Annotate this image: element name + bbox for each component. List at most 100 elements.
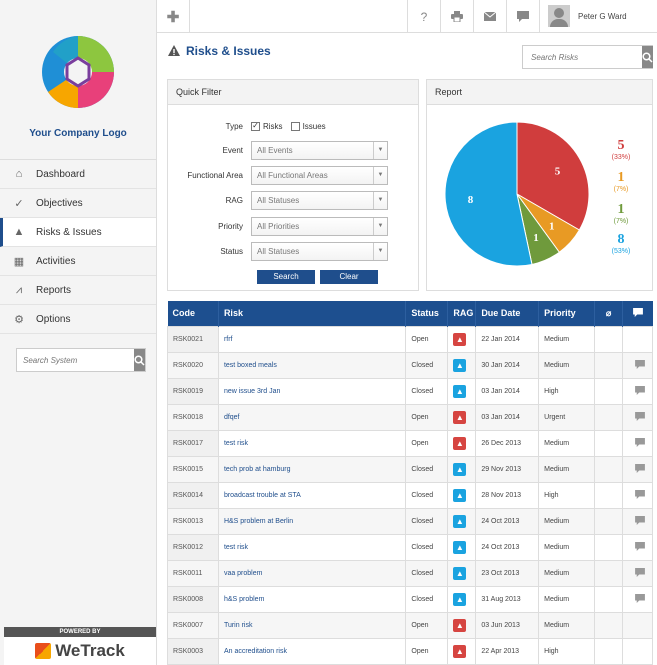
risk-link[interactable]: test boxed meals [217,351,407,379]
system-search-button[interactable] [134,349,145,371]
column-header-code[interactable]: Code [167,301,219,326]
select-value: All Statuses [257,195,300,205]
table-row[interactable]: RSK0019 new issue 3rd Jan Closed ▲ 03 Jan 20… [167,377,654,405]
help-button[interactable]: ? [408,0,441,33]
issues-checkbox[interactable] [290,121,300,131]
comment-icon[interactable] [635,359,645,369]
sidebar-item-risks-issues[interactable]: ▲ Risks & Issues [0,218,156,247]
sidebar-item-dashboard[interactable]: ⌂ Dashboard [0,160,156,189]
cell-priority: High [538,481,596,509]
cell-priority: Medium [538,533,596,561]
risk-link[interactable]: new issue 3rd Jan [217,377,407,405]
risk-link[interactable]: h&S problem [217,585,407,613]
user-menu[interactable]: Peter G Ward [540,0,657,32]
table-row[interactable]: RSK0012 test risk Closed ▲ 24 Oct 2013 Medium [167,533,654,561]
priority-select[interactable]: All Priorities ▼ [251,216,388,236]
cell-comments[interactable] [621,429,654,457]
risks-checkbox-row[interactable]: ✓ Risks [251,121,283,131]
cell-comments[interactable] [621,377,654,405]
column-header-risk[interactable]: Risk [218,301,407,326]
messages-button[interactable] [507,0,540,33]
cell-status: Open [405,325,449,353]
risk-link[interactable]: H&S problem at Berlin [217,507,407,535]
rag-select[interactable]: All Statuses ▼ [251,190,388,210]
system-search-input[interactable] [17,349,134,371]
risk-search-button[interactable] [642,46,653,68]
comment-icon[interactable] [635,385,645,395]
table-row[interactable]: RSK0013 H&S problem at Berlin Closed ▲ 24 Oc… [167,507,654,535]
cell-comments[interactable] [621,559,654,587]
risk-search-input[interactable] [523,46,642,68]
table-row[interactable]: RSK0008 h&S problem Closed ▲ 31 Aug 2013 Medi… [167,585,654,613]
cell-rag: ▲ [447,507,477,535]
sidebar-item-reports[interactable]: ⩘ Reports [0,276,156,305]
cell-comments[interactable] [621,351,654,379]
risk-link[interactable]: rfrf [217,325,407,353]
search-button[interactable]: Search [257,270,315,284]
column-header-priority[interactable]: Priority [538,301,596,326]
comment-icon[interactable] [635,567,645,577]
column-header-rag[interactable]: RAG [447,301,477,326]
risk-link[interactable]: Turin risk [217,611,407,639]
cell-priority: Medium [538,455,596,483]
cell-comments[interactable] [621,585,654,613]
risks-table: Code Risk Status RAG Due Date Priority ⌀… [167,301,654,665]
table-row[interactable]: RSK0014 broadcast trouble at STA Closed ▲ 28… [167,481,654,509]
issues-checkbox-row[interactable]: Issues [290,121,326,131]
cell-comments[interactable] [621,455,654,483]
risk-link[interactable]: dfqef [217,403,407,431]
comment-icon[interactable] [635,541,645,551]
cell-code: RSK0008 [167,585,219,613]
table-row[interactable]: RSK0018 dfqef Open ▲ 03 Jan 2014 Urgent [167,403,654,431]
table-row[interactable]: RSK0021 rfrf Open ▲ 22 Jan 2014 Medium [167,325,654,353]
risk-link[interactable]: vaa problem [217,559,407,587]
company-logo: Your Company Logo [0,0,156,160]
table-row[interactable]: RSK0015 tech prob at hamburg Closed ▲ 29 Nov… [167,455,654,483]
functional-area-select[interactable]: All Functional Areas ▼ [251,165,388,185]
cell-rag: ▲ [447,351,477,379]
print-button[interactable] [441,0,474,33]
column-header-due-date[interactable]: Due Date [475,301,540,326]
rag-blue-warning-icon: ▲ [453,488,467,502]
cell-priority: Medium [538,325,596,353]
rag-red-warning-icon: ▲ [453,644,467,658]
risk-link[interactable]: tech prob at hamburg [217,455,407,483]
risk-link[interactable]: An accreditation risk [217,637,407,665]
sidebar-item-label: Options [36,313,71,325]
cell-attachments [594,429,623,457]
cell-comments [621,325,654,353]
risk-link[interactable]: test risk [217,533,407,561]
comment-icon[interactable] [635,593,645,603]
table-row[interactable]: RSK0017 test risk Open ▲ 26 Dec 2013 Medium [167,429,654,457]
risk-link[interactable]: test risk [217,429,407,457]
risk-link[interactable]: broadcast trouble at STA [217,481,407,509]
sidebar-item-objectives[interactable]: ✓ Objectives [0,189,156,218]
cell-comments[interactable] [621,533,654,561]
sidebar-item-activities[interactable]: ▦ Activities [0,247,156,276]
table-row[interactable]: RSK0011 vaa problem Closed ▲ 23 Oct 2013 Medi… [167,559,654,587]
sidebar-item-options[interactable]: ⚙ Options [0,305,156,334]
mail-button[interactable] [474,0,507,33]
plus-icon: ✚ [166,8,180,26]
table-row[interactable]: RSK0020 test boxed meals Closed ▲ 30 Jan 201… [167,351,654,379]
cell-comments[interactable] [621,481,654,509]
comment-icon[interactable] [635,515,645,525]
cell-comments [621,637,654,665]
cell-comments[interactable] [621,403,654,431]
clear-button[interactable]: Clear [320,270,378,284]
table-row[interactable]: RSK0003 An accreditation risk Open ▲ 22 Apr … [167,637,654,665]
risks-checkbox[interactable]: ✓ [251,121,260,131]
cell-comments[interactable] [621,507,654,535]
comment-icon[interactable] [635,463,645,473]
comment-icon[interactable] [635,489,645,499]
add-button[interactable]: ✚ [157,0,190,33]
comment-icon[interactable] [635,437,645,447]
comment-icon[interactable] [635,411,645,421]
mail-icon [484,12,496,21]
pie-slice-label: 8 [468,194,474,206]
status-select[interactable]: All Statuses ▼ [251,241,388,261]
table-row[interactable]: RSK0007 Turin risk Open ▲ 03 Jun 2013 Medium [167,611,654,639]
event-select[interactable]: All Events ▼ [251,140,388,160]
cell-status: Open [405,429,449,457]
column-header-status[interactable]: Status [405,301,449,326]
